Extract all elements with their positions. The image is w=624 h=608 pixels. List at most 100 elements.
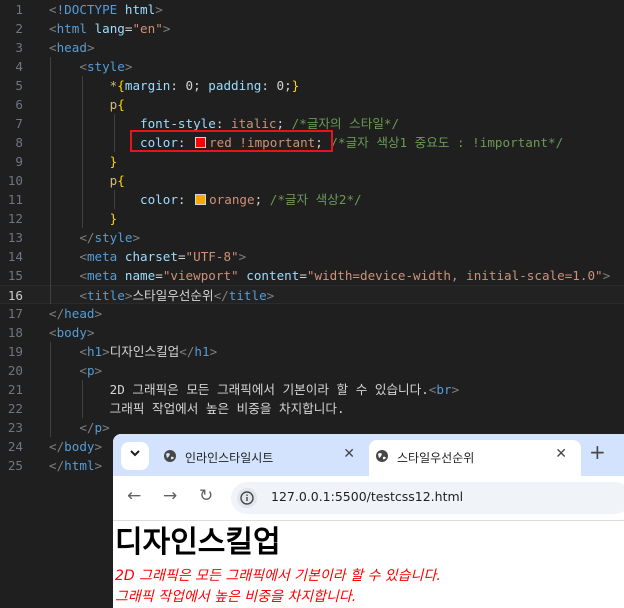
code-line[interactable]: 1 <!DOCTYPE html> bbox=[0, 0, 624, 19]
code-token: > bbox=[238, 249, 247, 264]
code-token: orange bbox=[209, 192, 255, 207]
forward-arrow-icon[interactable]: → bbox=[163, 486, 177, 506]
code-token: title bbox=[86, 288, 125, 303]
color-swatch-icon[interactable] bbox=[195, 194, 207, 205]
reload-icon[interactable]: ↻ bbox=[199, 486, 213, 506]
url-text: 127.0.0.1:5500/testcss12.html bbox=[271, 489, 464, 504]
line-number: 19 bbox=[7, 344, 23, 359]
code-token: < bbox=[79, 268, 87, 283]
code-token: 디자인스킬업 bbox=[109, 344, 180, 359]
code-token: title bbox=[228, 288, 267, 303]
page-heading: 디자인스킬업 bbox=[115, 525, 281, 560]
code-token: margin bbox=[124, 78, 171, 93]
tab-title: 스타일우선순위 bbox=[397, 451, 475, 465]
code-text: <!DOCTYPE html> bbox=[49, 0, 163, 19]
tab-strip: 인라인스타일시트 ✕ 스타일우선순위 ✕ + bbox=[113, 434, 624, 476]
code-line[interactable]: 16 <title>스타일우선순위</title> bbox=[0, 285, 624, 304]
tab-title: 인라인스타일시트 bbox=[185, 451, 274, 465]
site-info-icon[interactable] bbox=[237, 488, 257, 508]
code-token: > bbox=[86, 325, 95, 340]
code-token: "en" bbox=[132, 21, 163, 36]
code-text: } bbox=[49, 152, 118, 171]
code-token: head bbox=[56, 40, 87, 55]
back-arrow-icon[interactable]: ← bbox=[127, 486, 141, 506]
code-token: /*글자의 스타일*/ bbox=[291, 116, 400, 131]
new-tab-button[interactable]: + bbox=[589, 440, 606, 464]
code-token: < bbox=[49, 40, 57, 55]
code-text: <h1>디자인스킬업</h1> bbox=[49, 342, 217, 361]
paragraph-line-2: 그래픽 작업에서 높은 비중을 차지합니다. bbox=[115, 589, 357, 605]
code-line[interactable]: 11 color: orange; /*글자 색상2*/ bbox=[0, 190, 624, 209]
code-line[interactable]: 12 } bbox=[0, 209, 624, 228]
chevron-down-icon[interactable] bbox=[121, 442, 149, 470]
code-token: </ bbox=[49, 439, 65, 454]
indent-guide-body bbox=[50, 342, 51, 437]
code-line[interactable]: 6 p{ bbox=[0, 95, 624, 114]
code-token: h1 bbox=[86, 344, 103, 359]
close-icon[interactable]: ✕ bbox=[343, 446, 355, 462]
code-token: 그래픽 작업에서 높은 비중을 차지합니다. bbox=[49, 401, 345, 416]
line-number: 23 bbox=[7, 420, 23, 435]
code-token: br bbox=[436, 382, 452, 397]
line-number: 4 bbox=[15, 59, 23, 74]
tab-inline-stylesheet[interactable]: 인라인스타일시트 ✕ bbox=[157, 440, 369, 476]
code-text: <head> bbox=[49, 38, 95, 57]
code-token: < bbox=[79, 363, 87, 378]
code-token: html bbox=[124, 2, 156, 17]
line-number: 9 bbox=[15, 154, 23, 169]
code-line[interactable]: 20 <p> bbox=[0, 361, 624, 380]
code-token: < bbox=[79, 344, 87, 359]
code-token: < bbox=[49, 2, 57, 17]
code-line[interactable]: 2 <html lang="en"> bbox=[0, 19, 624, 38]
code-token: charset bbox=[124, 249, 178, 264]
code-line[interactable]: 21 2D 그래픽은 모든 그래픽에서 기본이라 할 수 있습니다.<br> bbox=[0, 380, 624, 399]
code-line[interactable]: 5 *{margin: 0; padding: 0;} bbox=[0, 76, 624, 95]
indent-guide-head bbox=[50, 57, 51, 304]
code-text: 그래픽 작업에서 높은 비중을 차지합니다. bbox=[49, 399, 345, 418]
code-line[interactable]: 10 p{ bbox=[0, 171, 624, 190]
code-token: </ bbox=[213, 288, 229, 303]
code-token: meta bbox=[86, 249, 118, 264]
code-line[interactable]: 9 } bbox=[0, 152, 624, 171]
line-number: 6 bbox=[15, 97, 23, 112]
code-line[interactable]: 17 </head> bbox=[0, 304, 624, 323]
code-token: < bbox=[79, 249, 87, 264]
tab-style-priority[interactable]: 스타일우선순위 ✕ bbox=[369, 440, 581, 476]
code-token: /*글자 색상2*/ bbox=[269, 192, 362, 207]
close-icon[interactable]: ✕ bbox=[555, 446, 567, 462]
code-text: </p> bbox=[49, 418, 109, 437]
browser-toolbar: ← → ↻ 127.0.0.1:5500/testcss12.html bbox=[113, 476, 624, 521]
line-number: 21 bbox=[7, 382, 23, 397]
code-token: padding bbox=[208, 78, 262, 93]
code-line[interactable]: 13 </style> bbox=[0, 228, 624, 247]
line-number: 2 bbox=[15, 21, 23, 36]
indent-guide-rule-2 bbox=[114, 190, 115, 209]
code-token: </ bbox=[49, 306, 65, 321]
code-token: /*글자 색상1 중요도 : !important*/ bbox=[330, 135, 564, 150]
code-line[interactable]: 22 그래픽 작업에서 높은 비중을 차지합니다. bbox=[0, 399, 624, 418]
code-token: html bbox=[56, 21, 87, 36]
code-token: { bbox=[117, 97, 125, 112]
address-bar[interactable]: 127.0.0.1:5500/testcss12.html bbox=[231, 482, 624, 514]
code-token: "viewport" bbox=[162, 268, 239, 283]
code-line[interactable]: 18 <body> bbox=[0, 323, 624, 342]
code-token: style bbox=[94, 230, 133, 245]
code-token: </ bbox=[179, 344, 195, 359]
code-line[interactable]: 4 <style> bbox=[0, 57, 624, 76]
code-token: ; bbox=[276, 116, 292, 131]
code-line[interactable]: 15 <meta name="viewport" content="width=… bbox=[0, 266, 624, 285]
code-token: 2D 그래픽은 모든 그래픽에서 기본이라 할 수 있습니다. bbox=[49, 382, 429, 397]
code-line[interactable]: 19 <h1>디자인스킬업</h1> bbox=[0, 342, 624, 361]
code-line[interactable]: 3 <head> bbox=[0, 38, 624, 57]
code-line[interactable]: 14 <meta charset="UTF-8"> bbox=[0, 247, 624, 266]
code-token: meta bbox=[86, 268, 118, 283]
